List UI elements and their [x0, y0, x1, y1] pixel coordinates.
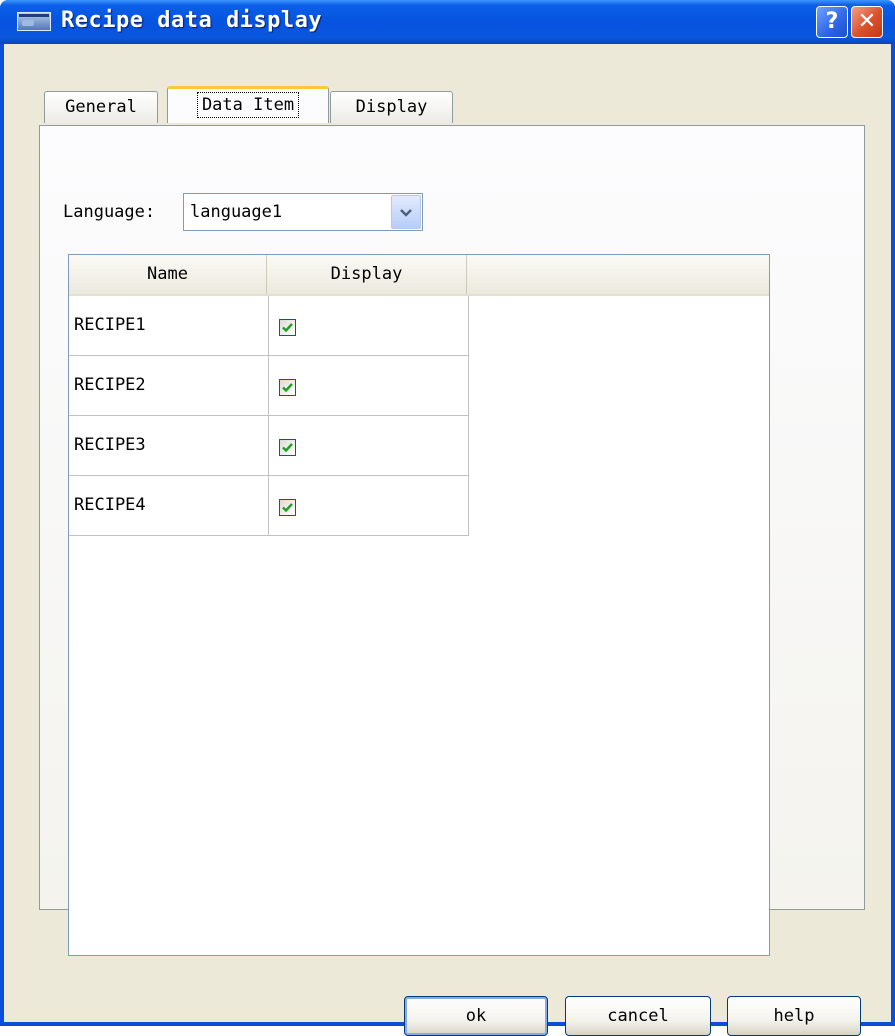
column-header-name[interactable]: Name: [69, 255, 267, 294]
checkmark-icon: [282, 443, 293, 453]
language-label: Language:: [63, 202, 156, 222]
help-title-button[interactable]: ?: [816, 6, 848, 38]
checkmark-icon: [282, 383, 293, 393]
recipe-name-cell[interactable]: RECIPE4: [69, 476, 269, 536]
tab-general[interactable]: General: [44, 91, 158, 123]
table-row: RECIPE4: [69, 476, 469, 536]
dialog-client-area: General Data Item Display Language: lang…: [4, 44, 891, 1036]
tab-data-item[interactable]: Data Item: [167, 86, 329, 123]
display-checkbox[interactable]: [279, 379, 296, 396]
display-checkbox[interactable]: [279, 499, 296, 516]
display-cell: [269, 476, 469, 536]
language-select[interactable]: language1: [183, 193, 423, 231]
window-icon: [17, 12, 51, 31]
recipe-name-cell[interactable]: RECIPE3: [69, 416, 269, 476]
question-icon: ?: [825, 9, 839, 34]
dialog-window: Recipe data display ? ✕ General Data Ite…: [0, 0, 895, 1036]
display-cell: [269, 416, 469, 476]
display-checkbox[interactable]: [279, 319, 296, 336]
cancel-button[interactable]: cancel: [565, 996, 711, 1036]
tab-display[interactable]: Display: [330, 91, 453, 123]
ok-button[interactable]: ok: [404, 996, 548, 1036]
display-checkbox[interactable]: [279, 439, 296, 456]
checkmark-icon: [282, 503, 293, 513]
title-bar[interactable]: Recipe data display ? ✕: [0, 0, 895, 44]
column-header-display[interactable]: Display: [267, 255, 467, 294]
tab-label: Display: [355, 97, 428, 117]
table-row: RECIPE3: [69, 416, 469, 476]
data-item-table: Name Display RECIPE1 RECIPE2 RECIPE3 REC…: [68, 254, 770, 956]
tab-panel: Language: language1 Name Display RECIPE1: [39, 125, 865, 956]
display-cell: [269, 356, 469, 416]
recipe-name-cell[interactable]: RECIPE1: [69, 296, 269, 356]
window-title: Recipe data display: [61, 8, 323, 33]
table-header: Name Display: [69, 255, 769, 296]
help-button[interactable]: help: [727, 996, 861, 1036]
tab-label: General: [65, 97, 137, 117]
checkmark-icon: [282, 323, 293, 333]
chevron-down-icon: [400, 209, 412, 217]
close-icon: ✕: [857, 9, 877, 34]
table-row: RECIPE2: [69, 356, 469, 416]
table-row: RECIPE1: [69, 296, 469, 356]
tab-label: Data Item: [196, 92, 300, 118]
display-cell: [269, 296, 469, 356]
dropdown-button[interactable]: [391, 195, 421, 229]
close-button[interactable]: ✕: [851, 6, 883, 38]
language-value: language1: [190, 202, 283, 222]
recipe-name-cell[interactable]: RECIPE2: [69, 356, 269, 416]
